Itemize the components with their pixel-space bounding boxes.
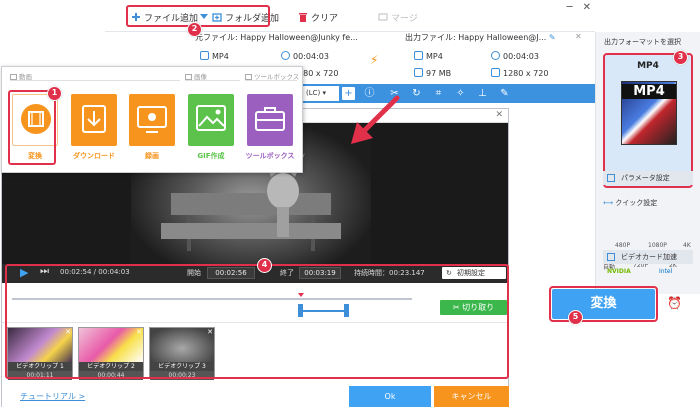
gif-label: GIF作成 [197,152,225,160]
clear-button[interactable]: クリア [298,9,338,25]
size-icon [414,68,423,77]
nvidia-logo: NVIDIA [607,268,631,275]
merge-label: マージ [391,13,418,24]
editor-callout-box [5,264,509,379]
output-resolution: 1280 x 720 [491,68,548,78]
cancel-button[interactable]: キャンセル [434,386,509,407]
file-icon [200,51,209,60]
remove-file-icon[interactable]: ✕ [575,32,582,41]
merge-button[interactable]: マージ [378,9,418,25]
params-button[interactable]: パラメータ設定 [603,171,693,185]
download-tile [71,94,117,146]
trash-icon [298,12,308,22]
minimize-icon[interactable]: ─ [567,2,573,13]
menu-item-record[interactable]: 録画 [129,94,175,164]
ok-button[interactable]: Ok [349,386,431,407]
gpu-accel-toggle[interactable]: ビデオカード加速 [603,250,693,264]
slider-icon: ⟷ [603,199,614,207]
edit-icon[interactable]: ✎ [498,87,511,100]
settings-icon [607,174,615,182]
clock-icon [491,51,500,60]
tutorial-link[interactable]: チュートリアル > [20,391,85,402]
toolbox-tile [247,94,293,146]
app-screenshot: ファイル追加 フォルダ追加 クリア マージ ─ ✕ 元ファイル: Happy H… [0,0,700,407]
gpu-icon [607,253,615,261]
close-icon[interactable]: ✕ [583,2,591,13]
record-label: 録画 [145,152,159,160]
gpu-vendors: NVIDIA Intel [603,268,693,280]
clock-icon [281,51,290,60]
crop-icon[interactable]: ⌗ [432,87,445,100]
mp4-format-icon: MP4 [621,81,677,145]
effects-icon[interactable]: ✧ [454,87,467,100]
window-controls: ─ ✕ [567,2,591,13]
edit-pencil-icon[interactable]: ✎ [549,33,556,42]
step-badge-2: 2 [187,22,202,37]
step-badge-1: 1 [47,86,62,101]
source-duration: 00:04:03 [281,51,329,61]
clear-label: クリア [311,13,339,24]
menu-item-download[interactable]: ダウンロード [71,94,117,164]
resolution-icon [491,68,500,77]
intel-logo: Intel [659,268,673,275]
step-badge-4: 4 [257,258,272,273]
output-format: MP4 [414,51,443,61]
toolbox-label: ツールボックス [245,152,295,160]
divider [185,80,240,81]
lightning-icon: ⚡ [370,53,379,67]
menu-item-gif[interactable]: GIF作成 [188,94,234,164]
output-format-title: 出力フォーマットを選択 [604,38,681,46]
source-file-label: 元ファイル: Happy Halloween@Junky fe... [195,33,358,42]
output-format-panel: 出力フォーマットを選択 MP4 MP4 パラメータ設定 ⟷ クイック設定 480… [595,32,700,294]
output-format-card[interactable]: MP4 MP4 [603,53,693,188]
menu-item-toolbox[interactable]: ツールボックス [246,94,294,164]
step-badge-5: 5 [568,310,583,325]
convert-callout-box [8,90,56,165]
divider [10,80,180,81]
convert-callout-box [549,286,658,322]
quick-settings-label: ⟷ クイック設定 [603,199,658,207]
output-duration: 00:04:03 [491,51,539,61]
gif-tile [188,94,234,146]
output-file-label: 出力ファイル: Happy Halloween@J... ✎ [405,33,556,42]
alarm-clock-icon[interactable]: ⏰ [667,296,682,310]
merge-icon [378,12,388,22]
pointer-arrow-icon [345,92,405,152]
download-label: ダウンロード [73,152,115,160]
watermark-icon[interactable]: ⊥ [476,87,489,100]
record-tile [129,94,175,146]
editor-close-icon[interactable]: ✕ [495,110,503,120]
step-badge-3: 3 [673,50,688,65]
editor-footer: チュートリアル > Ok キャンセル [2,386,509,407]
subtitle-select[interactable]: (LC) ▾ [303,86,339,101]
rotate-icon[interactable]: ↻ [410,87,423,100]
output-size: 97 MB [414,68,451,78]
divider [245,80,297,81]
file-icon [414,51,423,60]
source-format: MP4 [200,51,229,61]
